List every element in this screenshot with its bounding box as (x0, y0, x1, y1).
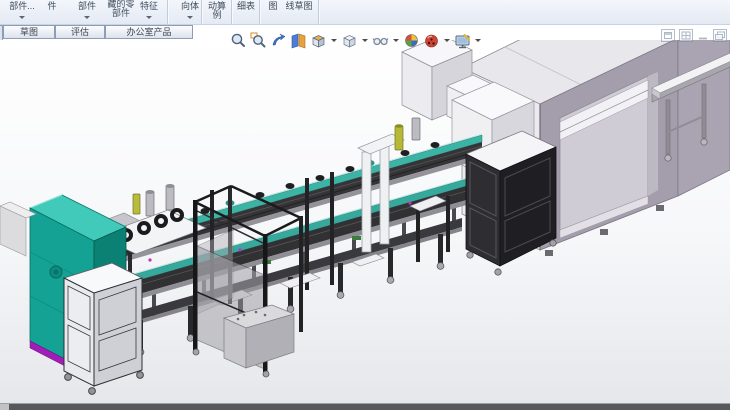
status-bar-edge (0, 403, 730, 410)
heads-up-view-toolbar (230, 30, 482, 50)
solidworks-window: 部件... 件 部件 藏的零 部件 特征 向体 动算例 细表 图 线草图 草图 … (0, 0, 730, 410)
ribbon-button-assembly-features[interactable]: 特征 (137, 0, 161, 24)
section-view-icon[interactable] (290, 32, 307, 49)
ribbon-divider (167, 0, 169, 24)
ribbon-button-motion-study[interactable]: 动算例 (204, 0, 230, 24)
dropdown-arrow-icon[interactable] (475, 39, 481, 42)
apply-scene-icon[interactable] (423, 32, 440, 49)
dropdown-arrow-icon[interactable] (331, 39, 337, 42)
previous-view-icon[interactable] (270, 32, 287, 49)
assembly-model (0, 40, 730, 404)
status-bar-edge-light (0, 404, 9, 410)
view-orientation-icon[interactable] (310, 32, 327, 49)
view-settings-icon[interactable] (454, 32, 471, 49)
doc-windows-icon[interactable] (713, 29, 727, 42)
ribbon-button-reference-geometry[interactable]: 向体 (176, 0, 204, 24)
ribbon-button-show-hidden-components[interactable]: 藏的零 部件 (103, 0, 139, 24)
tab-office-products[interactable]: 办公室产品 (105, 25, 193, 39)
display-style-icon[interactable] (341, 32, 358, 49)
hide-show-items-icon[interactable] (372, 32, 389, 49)
ribbon-button-exploded-view[interactable]: 图 (266, 0, 280, 24)
dropdown-arrow-icon (84, 16, 90, 19)
tab-evaluate[interactable]: 评估 (55, 25, 105, 39)
doc-restore-icon[interactable] (661, 29, 675, 42)
ribbon-button-mate[interactable]: 件 (44, 0, 60, 24)
ribbon-divider (231, 0, 233, 24)
edit-appearance-icon[interactable] (403, 32, 420, 49)
zoom-area-icon[interactable] (250, 32, 267, 49)
ribbon-toolbar: 部件... 件 部件 藏的零 部件 特征 向体 动算例 细表 图 线草图 (0, 0, 730, 25)
graphics-area[interactable] (0, 40, 730, 404)
doc-minimize-icon[interactable] (697, 30, 709, 41)
ribbon-button-bom[interactable]: 细表 (236, 0, 256, 24)
ribbon-divider (318, 0, 320, 24)
ribbon-button-insert-component[interactable]: 部件... (3, 0, 41, 24)
tab-sketch[interactable]: 草图 (3, 25, 55, 39)
doc-maximize-icon[interactable] (679, 29, 693, 42)
ribbon-divider (259, 0, 261, 24)
ribbon-divider (201, 0, 203, 24)
document-window-controls (661, 29, 727, 42)
dropdown-arrow-icon[interactable] (444, 39, 450, 42)
dropdown-arrow-icon (146, 16, 152, 19)
dropdown-arrow-icon (187, 16, 193, 19)
ribbon-button-move-component[interactable]: 部件 (72, 0, 102, 24)
dropdown-arrow-icon[interactable] (362, 39, 368, 42)
dropdown-arrow-icon[interactable] (393, 39, 399, 42)
dropdown-arrow-icon (19, 16, 25, 19)
zoom-fit-icon[interactable] (230, 32, 247, 49)
ribbon-button-explode-line-sketch[interactable]: 线草图 (285, 0, 313, 24)
